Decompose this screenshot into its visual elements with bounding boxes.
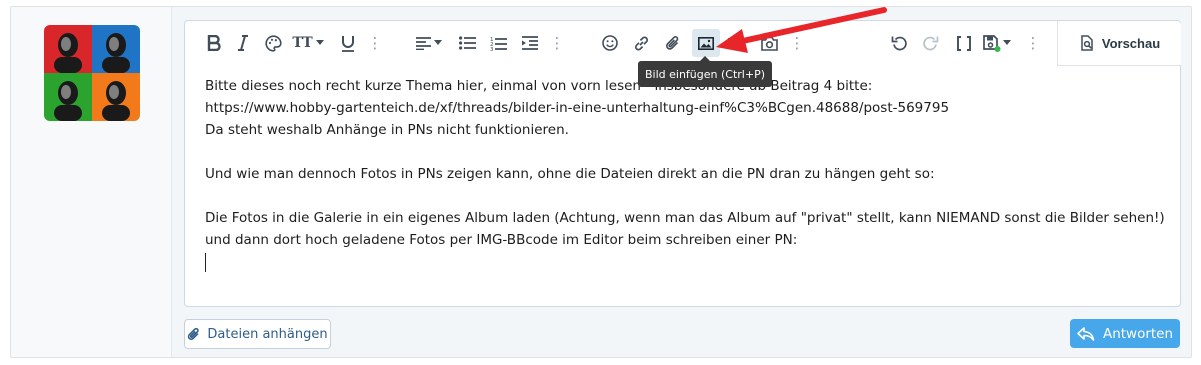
indent-icon[interactable] bbox=[519, 29, 541, 57]
editor-line bbox=[205, 185, 1165, 207]
attach-files-button[interactable]: Dateien anhängen bbox=[184, 319, 331, 349]
message-form: TT ⋮ 123 ⋮ ⋮ ⋮ Vorschau Bitte dieses noc… bbox=[10, 6, 1192, 358]
more-icon[interactable]: ⋮ bbox=[790, 29, 805, 57]
editor-line: und dann dort hoch geladene Fotos per IM… bbox=[205, 232, 798, 248]
editor-column: TT ⋮ 123 ⋮ ⋮ ⋮ Vorschau Bitte dieses noc… bbox=[172, 7, 1191, 357]
paperclip-icon[interactable] bbox=[662, 29, 684, 57]
bold-icon[interactable] bbox=[203, 29, 225, 57]
link-icon[interactable] bbox=[630, 29, 652, 57]
editor-line: Und wie man dennoch Fotos in PNs zeigen … bbox=[205, 166, 935, 182]
avatar[interactable] bbox=[44, 25, 140, 121]
editor-toolbar: TT ⋮ 123 ⋮ ⋮ ⋮ Vorschau bbox=[185, 21, 1181, 66]
editor-line: Da steht weshalb Anhänge in PNs nicht fu… bbox=[205, 122, 569, 138]
undo-icon[interactable] bbox=[888, 29, 910, 57]
preview-button[interactable]: Vorschau bbox=[1057, 21, 1181, 66]
image-icon[interactable] bbox=[692, 29, 720, 57]
numbered-list-icon[interactable]: 123 bbox=[487, 29, 509, 57]
editor-caret-line bbox=[205, 251, 1165, 273]
italic-icon[interactable] bbox=[232, 29, 254, 57]
rich-text-editor[interactable]: TT ⋮ 123 ⋮ ⋮ ⋮ Vorschau Bitte dieses noc… bbox=[184, 20, 1181, 307]
editor-line: https://www.hobby-gartenteich.de/xf/thre… bbox=[205, 100, 950, 116]
align-icon[interactable] bbox=[414, 29, 444, 57]
palette-icon[interactable] bbox=[261, 29, 285, 57]
reply-icon bbox=[1077, 326, 1095, 341]
preview-icon bbox=[1081, 35, 1093, 51]
quote-icon[interactable] bbox=[725, 29, 747, 57]
underline-icon[interactable] bbox=[337, 29, 359, 57]
svg-text:3: 3 bbox=[490, 47, 494, 51]
more-icon[interactable]: ⋮ bbox=[1026, 29, 1041, 57]
font-size-icon[interactable]: TT bbox=[291, 29, 325, 57]
save-draft-icon[interactable] bbox=[982, 29, 1012, 57]
attach-label: Dateien anhängen bbox=[207, 326, 328, 342]
editor-line: Die Fotos in die Galerie in ein eigenes … bbox=[205, 210, 1165, 226]
brackets-icon[interactable] bbox=[953, 29, 975, 57]
more-icon[interactable]: ⋮ bbox=[368, 29, 383, 57]
bullet-list-icon[interactable] bbox=[456, 29, 478, 57]
editor-content[interactable]: Bitte dieses noch recht kurze Thema hier… bbox=[205, 75, 1165, 273]
font-size-glyph: TT bbox=[292, 35, 313, 51]
emoji-icon[interactable] bbox=[599, 29, 621, 57]
user-column bbox=[11, 7, 172, 357]
tooltip: Bild einfügen (Ctrl+P) bbox=[638, 56, 773, 87]
reply-button[interactable]: Antworten bbox=[1070, 319, 1180, 348]
more-icon[interactable]: ⋮ bbox=[550, 29, 565, 57]
text-caret bbox=[205, 252, 206, 272]
reply-label: Antworten bbox=[1102, 325, 1174, 342]
paperclip-icon bbox=[188, 327, 200, 340]
camera-icon[interactable] bbox=[758, 29, 780, 57]
redo-icon[interactable] bbox=[919, 29, 941, 57]
preview-label: Vorschau bbox=[1101, 35, 1161, 51]
editor-line bbox=[205, 141, 1165, 163]
